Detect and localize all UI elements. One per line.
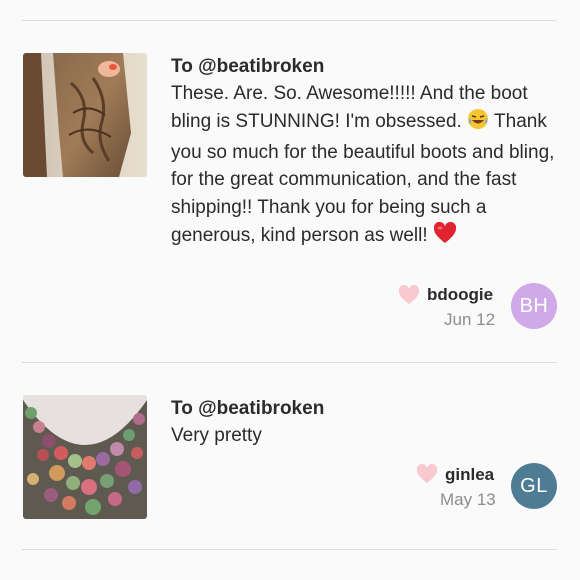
divider-bottom <box>22 549 557 550</box>
reviewer-avatar[interactable]: BH <box>511 283 557 329</box>
review-thumbnail-necklace[interactable] <box>23 395 147 519</box>
review-recipient[interactable]: To @beatibroken <box>171 56 324 78</box>
review-thumbnail-boot[interactable] <box>23 53 147 177</box>
necklace-photo-image <box>23 395 147 519</box>
like-heart-icon[interactable] <box>398 285 420 305</box>
review-date: Jun 12 <box>444 310 496 329</box>
boot-photo-image <box>23 53 147 177</box>
review-recipient[interactable]: To @beatibroken <box>171 398 324 420</box>
red-heart-emoji-icon <box>433 221 457 253</box>
reviewer-username[interactable]: ginlea <box>445 465 494 485</box>
laughing-tears-emoji-icon <box>467 108 489 139</box>
review-body: Very pretty <box>171 425 262 446</box>
review-date: May 13 <box>440 490 496 509</box>
avatar-initials: BH <box>519 294 549 317</box>
divider-top <box>22 20 557 21</box>
reviewer-username[interactable]: bdoogie <box>427 285 493 305</box>
reviewer-avatar[interactable]: GL <box>511 463 557 509</box>
like-heart-icon[interactable] <box>416 464 438 484</box>
avatar-initials: GL <box>520 474 548 497</box>
review-body: These. Are. So. Awesome!!!!! And the boo… <box>171 80 556 253</box>
divider <box>22 362 557 363</box>
